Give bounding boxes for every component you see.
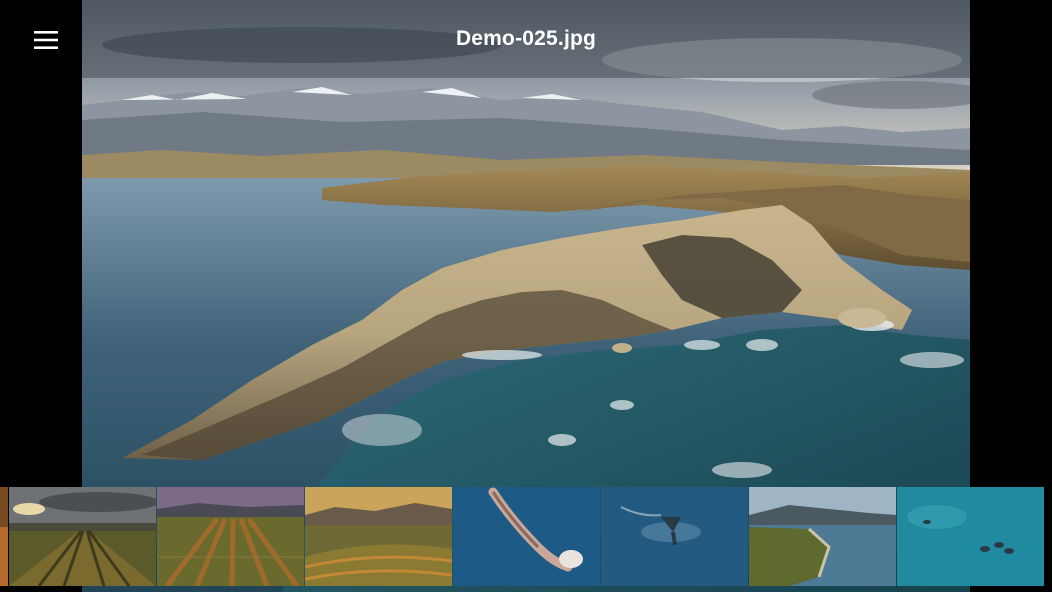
menu-button[interactable] [26, 22, 66, 58]
thumbnail-image [601, 487, 748, 586]
thumbnail-edge[interactable] [0, 487, 8, 586]
thumbnail-image [0, 487, 8, 586]
title-bar: Demo-025.jpg [82, 0, 970, 78]
image-title: Demo-025.jpg [455, 27, 597, 50]
hamburger-menu-icon [34, 31, 58, 49]
thumbnail-vineyard-hills[interactable] [305, 487, 452, 586]
thumbnail-dolphins-ocean[interactable] [897, 487, 1044, 586]
thumbnail-image [453, 487, 600, 586]
thumbnail-image [9, 487, 156, 586]
thumbnail-image [897, 487, 1044, 586]
thumbnail-whale-tail[interactable] [601, 487, 748, 586]
thumbnail-whale-aerial[interactable] [453, 487, 600, 586]
thumbnail-image [749, 487, 896, 586]
thumbnail-image [157, 487, 304, 586]
thumbnail-vineyard-rows[interactable] [157, 487, 304, 586]
thumbnail-image [305, 487, 452, 586]
thumbnail-coastal-bay[interactable] [749, 487, 896, 586]
thumbnail-filmstrip[interactable] [0, 487, 1052, 587]
image-viewer: Demo-025.jpg [0, 0, 1052, 592]
thumbnail-vineyard-sunset[interactable] [9, 487, 156, 586]
